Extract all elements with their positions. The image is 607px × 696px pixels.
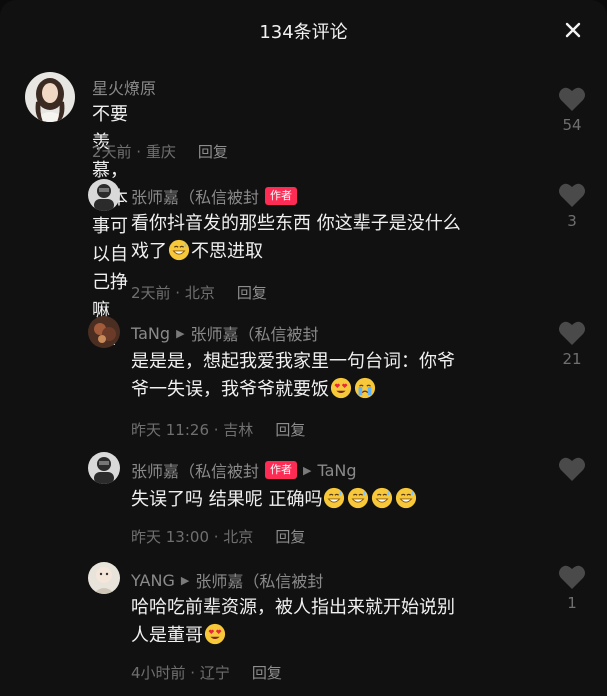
heart-icon [559, 87, 585, 111]
username-text: 张师嘉（私信被封 [131, 188, 260, 207]
grinning-sweat-emoji-icon [372, 487, 393, 509]
like-count: 54 [562, 116, 582, 134]
author-badge: 作者 [265, 187, 298, 205]
grinning-sweat-emoji-icon [348, 487, 369, 509]
comment-time-location: 2天前 · 北京 [131, 284, 215, 302]
comment-text: 看你抖音发的那些东西 你这辈子是没什么 戏了 不思进取 [131, 210, 541, 266]
heart-icon [559, 183, 585, 207]
comment-time-location: 昨天 11:26 · 吉林 [131, 421, 254, 439]
username-text: 张师嘉（私信被封 [131, 462, 260, 481]
comment-text-body: 不要羡慕，有本事可以自己挣嘛 [92, 104, 128, 321]
comment-username[interactable]: YANG ▶ 张师嘉（私信被封 [131, 568, 323, 592]
grinning-sweat-emoji-icon [324, 487, 345, 509]
comment-header: 134条评论 [0, 0, 607, 62]
comment-count-title: 134条评论 [259, 22, 348, 43]
reply-to-username[interactable]: 张师嘉（私信被封 [195, 568, 323, 592]
comment-line: 戏了 不思进取 [131, 238, 541, 266]
comment-username[interactable]: TaNg ▶ 张师嘉（私信被封 [131, 321, 319, 345]
comment-line: 人是董哥 [131, 622, 541, 650]
comment-meta: 4小时前 · 辽宁 回复 [131, 662, 282, 683]
reply-button[interactable]: 回复 [198, 143, 228, 161]
grinning-sweat-emoji-icon [396, 487, 417, 509]
crying-emoji-icon [354, 377, 376, 399]
reply-to-username[interactable]: 张师嘉（私信被封 [191, 321, 319, 345]
comment-time-location: 2天前 · 重庆 [92, 143, 176, 161]
comment-text: 失误了吗 结果呢 正确吗 [131, 486, 541, 514]
avatar[interactable] [25, 72, 75, 122]
comment-meta: 2天前 · 北京 回复 [131, 282, 267, 303]
like-count: 3 [567, 212, 577, 230]
comment-line-part: 不思进取 [191, 241, 263, 262]
username-text: 星火燎原 [92, 79, 157, 98]
comment-meta: 2天前 · 重庆 回复 [92, 141, 228, 162]
avatar[interactable] [88, 316, 120, 348]
comment-line: 哈哈吃前辈资源，被人指出来就开始说别 [131, 597, 455, 618]
comment-line: 爷一失误，我爷爷就要饭 [131, 376, 541, 404]
username-text: TaNg [131, 323, 171, 343]
avatar[interactable] [88, 452, 120, 484]
reply-button[interactable]: 回复 [237, 284, 267, 302]
like-button[interactable]: 21 [552, 320, 592, 368]
comment-text: 哈哈吃前辈资源，被人指出来就开始说别 人是董哥 [131, 594, 541, 650]
heart-icon [559, 457, 585, 481]
comment-text: 是是是，想起我爱我家里一句台词：你爷 爷一失误，我爷爷就要饭 [131, 348, 541, 404]
comment-sheet: 134条评论 星火燎原 不要羡慕，有本事可以自己挣嘛 [0, 0, 607, 696]
comment-meta: 昨天 13:00 · 北京 回复 [131, 526, 305, 547]
comment-line-part: 爷一失误，我爷爷就要饭 [131, 379, 329, 400]
like-count: 1 [567, 594, 577, 612]
avatar[interactable] [88, 562, 120, 594]
close-icon [565, 22, 581, 38]
triangle-right-icon: ▶ [303, 463, 312, 477]
comment-line-part: 戏了 [131, 241, 167, 262]
comment-username[interactable]: 张师嘉（私信被封 作者 [131, 184, 298, 208]
reply-to-username[interactable]: TaNg [317, 461, 356, 480]
comment-line-part: 人是董哥 [131, 625, 203, 646]
heart-eyes-emoji-icon [204, 623, 226, 645]
like-count: 21 [562, 350, 582, 368]
username-text: YANG [131, 570, 175, 590]
reply-button[interactable]: 回复 [275, 528, 305, 546]
comment-time-location: 4小时前 · 辽宁 [131, 664, 230, 682]
comment-username[interactable]: 张师嘉（私信被封 作者 ▶ TaNg [131, 458, 357, 482]
triangle-right-icon: ▶ [180, 573, 190, 587]
reply-button[interactable]: 回复 [252, 664, 282, 682]
close-button[interactable] [559, 16, 587, 44]
reply-button[interactable]: 回复 [275, 421, 305, 439]
grinning-sweat-emoji-icon [168, 239, 190, 261]
avatar[interactable] [88, 179, 120, 211]
like-button[interactable]: 54 [552, 86, 592, 134]
triangle-right-icon: ▶ [176, 326, 185, 340]
like-button[interactable]: 1 [552, 564, 592, 612]
like-button[interactable] [552, 456, 592, 486]
heart-icon [559, 321, 585, 345]
comment-text-body: 失误了吗 结果呢 正确吗 [131, 489, 323, 510]
heart-icon [559, 565, 585, 589]
comment-time-location: 昨天 13:00 · 北京 [131, 528, 254, 546]
author-badge: 作者 [265, 461, 298, 479]
comment-line: 看你抖音发的那些东西 你这辈子是没什么 [131, 213, 461, 234]
comment-username[interactable]: 星火燎原 [92, 75, 156, 99]
comment-line: 是是是，想起我爱我家里一句台词：你爷 [131, 351, 455, 372]
like-button[interactable]: 3 [552, 182, 592, 230]
comment-meta: 昨天 11:26 · 吉林 回复 [131, 419, 305, 440]
heart-eyes-emoji-icon [330, 377, 352, 399]
